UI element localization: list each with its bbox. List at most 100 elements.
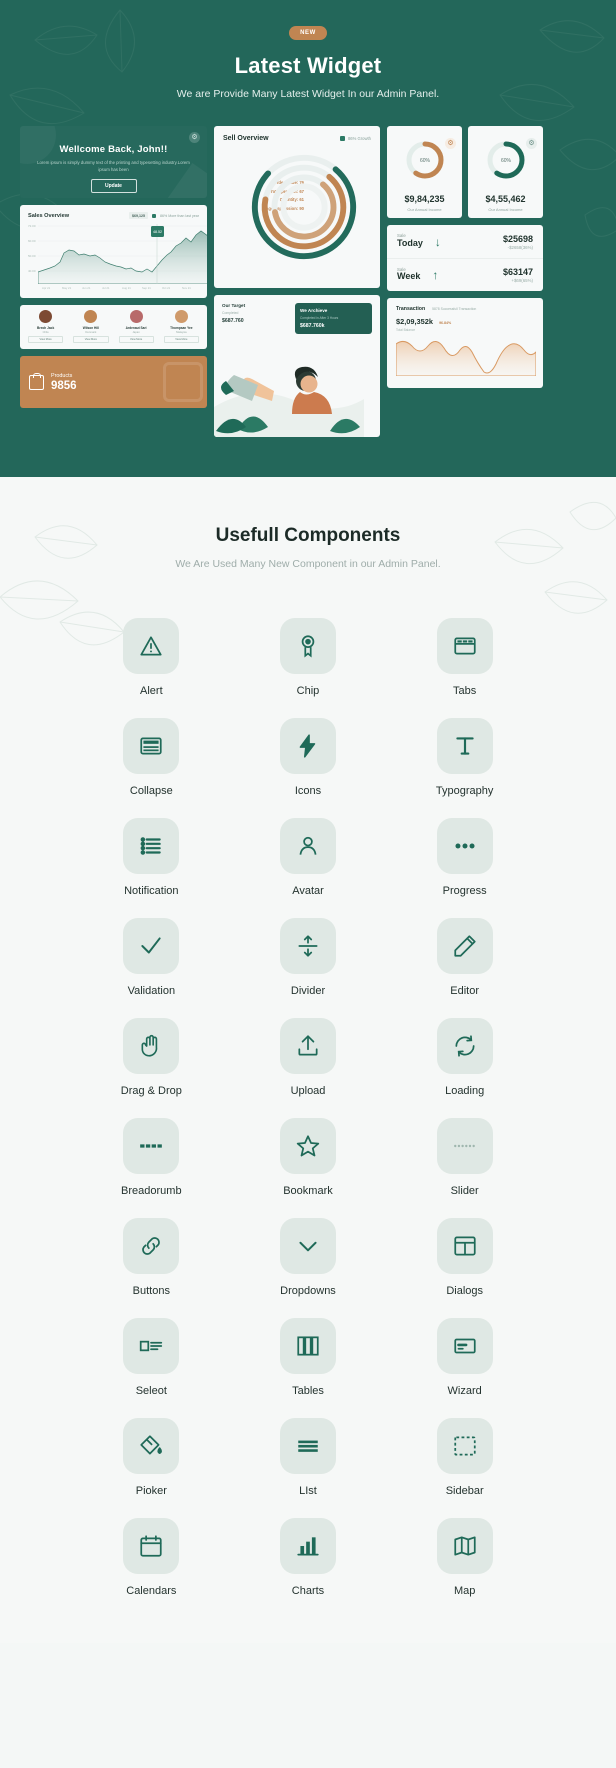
list-item[interactable]: Ardenaut Sari Japan View More xyxy=(114,310,159,344)
our-target-value: $687.760 xyxy=(222,318,244,324)
table-row: Sale Today ↓ $25698 -$2658(36%) xyxy=(387,225,543,258)
component-item-calendars[interactable]: Calendars xyxy=(73,1518,230,1597)
component-item-wizard[interactable]: Wizard xyxy=(386,1318,543,1397)
components-subtitle: We Are Used Many New Component in our Ad… xyxy=(175,558,441,570)
component-item-upload[interactable]: Upload xyxy=(230,1018,387,1097)
sales-amount-pill: $69,125 xyxy=(129,212,149,219)
decorative-bag-outline xyxy=(163,362,203,402)
component-item-buttons[interactable]: Buttons xyxy=(73,1218,230,1297)
calendar-icon xyxy=(123,1518,180,1574)
components-title: Usefull Components xyxy=(215,525,401,546)
table-row: Sale Week ↑ $63147 +$69(65%) xyxy=(387,258,543,291)
svg-text:Apr 21: Apr 21 xyxy=(42,286,51,290)
component-item-dropdowns[interactable]: Dropdowns xyxy=(230,1218,387,1297)
dashes-row-icon xyxy=(123,1118,180,1174)
sale-delta: +$69(65%) xyxy=(511,278,533,283)
component-label: Notification xyxy=(124,885,179,897)
sales-overview-header: Sales Overview $69,125 86% More than las… xyxy=(28,212,199,219)
component-item-dialogs[interactable]: Dialogs xyxy=(386,1218,543,1297)
view-more-button[interactable]: View More xyxy=(28,336,64,343)
gear-icon[interactable]: ⚙ xyxy=(189,132,200,143)
gear-icon[interactable]: ⚙ xyxy=(526,138,537,149)
component-item-slider[interactable]: Slider xyxy=(386,1118,543,1197)
component-item-chip[interactable]: Chip xyxy=(230,618,387,697)
member-name: Ardenaut Sari xyxy=(125,325,147,330)
component-item-alert[interactable]: Alert xyxy=(73,618,230,697)
svg-text:60%: 60% xyxy=(500,158,511,164)
component-item-tables[interactable]: Tables xyxy=(230,1318,387,1397)
income-cards-row: ⚙ 60% $9,84,235 Our Annual Income ⚙ 60% … xyxy=(387,126,543,218)
avatar xyxy=(129,310,143,323)
component-item-validation[interactable]: Validation xyxy=(73,918,230,997)
member-role: Japan xyxy=(132,330,140,334)
new-badge: NEW xyxy=(289,26,327,40)
component-item-sidebar[interactable]: Sidebar xyxy=(386,1418,543,1497)
component-item-editor[interactable]: Editor xyxy=(386,918,543,997)
list-item[interactable]: Wilson Hill Denmark View More xyxy=(68,310,113,344)
arrow-down-icon: ↓ xyxy=(434,234,441,249)
component-label: Icons xyxy=(294,785,322,797)
component-label: Dialogs xyxy=(446,1285,483,1297)
component-label: Wizard xyxy=(447,1385,482,1397)
component-label: Pioker xyxy=(135,1485,167,1497)
income-label: Our Annual Income xyxy=(407,207,442,212)
welcome-text: Lorem ipsum is simply dummy text of the … xyxy=(37,160,190,173)
legend-swatch-icon xyxy=(152,213,157,218)
chevron-down-icon xyxy=(279,1218,336,1274)
view-more-button[interactable]: View More xyxy=(73,336,109,343)
list-item[interactable]: Thompsan Yee Malaysia View More xyxy=(159,310,204,344)
component-label: Collapse xyxy=(129,785,173,797)
component-item-list[interactable]: LIst xyxy=(230,1418,387,1497)
component-label: Seleot xyxy=(135,1385,167,1397)
component-item-icons[interactable]: Icons xyxy=(230,718,387,797)
component-item-progress[interactable]: Progress xyxy=(386,818,543,897)
we-archieve-sub: Completed in After 3 Hours xyxy=(300,316,339,320)
sell-overview-body: Order value: 76 Total product: 67 Quanti… xyxy=(223,142,371,270)
component-item-tabs[interactable]: Tabs xyxy=(386,618,543,697)
component-label: LIst xyxy=(299,1485,317,1497)
component-item-drag-drop[interactable]: Drag & Drop xyxy=(73,1018,230,1097)
component-item-collapse[interactable]: Collapse xyxy=(73,718,230,797)
target-card: Our Target Completed $687.760 We Archiev… xyxy=(214,295,380,437)
sell-overview-title: Sell Overview xyxy=(223,135,269,142)
component-item-picker[interactable]: Pioker xyxy=(73,1418,230,1497)
component-item-map[interactable]: Map xyxy=(386,1518,543,1597)
y-tick-label: 40.00 xyxy=(28,269,36,273)
component-item-avatar[interactable]: Avatar xyxy=(230,818,387,897)
y-tick-label: 50.00 xyxy=(28,254,36,258)
component-item-divider[interactable]: Divider xyxy=(230,918,387,997)
component-item-charts[interactable]: Charts xyxy=(230,1518,387,1597)
annual-income-card: ⚙ 60% $4,55,462 Our Annual Income xyxy=(468,126,543,218)
component-label: Calendars xyxy=(126,1585,177,1597)
page-title: Latest Widget xyxy=(234,53,382,78)
sale-period: Today xyxy=(397,237,423,248)
we-archieve-value: $687.760k xyxy=(300,323,325,330)
view-more-button[interactable]: View More xyxy=(163,336,199,343)
hero-section: NEW Latest Widget We are Provide Many La… xyxy=(0,0,616,477)
list-item[interactable]: Breoh Jack Chile View More xyxy=(23,310,68,344)
view-more-button[interactable]: View More xyxy=(118,336,154,343)
update-button[interactable]: Update xyxy=(90,179,137,194)
component-item-notification[interactable]: Notification xyxy=(73,818,230,897)
sales-area-chart: 72.00 60.00 50.00 40.00 48.52 Apr 21 May… xyxy=(28,222,207,292)
transaction-area-chart xyxy=(395,340,537,377)
sidebar-panel-icon xyxy=(436,1418,493,1474)
select-list-icon xyxy=(123,1318,180,1374)
browser-tabs-icon xyxy=(436,618,493,674)
svg-text:Aug 21: Aug 21 xyxy=(122,286,131,290)
radial-bar-chart xyxy=(251,154,357,260)
sell-overview-header: Sell Overview 86% Growth xyxy=(223,135,371,142)
svg-text:Jul 21: Jul 21 xyxy=(102,286,110,290)
component-item-typography[interactable]: Typography xyxy=(386,718,543,797)
transaction-amount: $2,09,352k xyxy=(396,317,433,326)
upload-tray-icon xyxy=(279,1018,336,1074)
component-item-select[interactable]: Seleot xyxy=(73,1318,230,1397)
component-item-breadcrumb[interactable]: Breadorumb xyxy=(73,1118,230,1197)
member-name: Breoh Jack xyxy=(37,325,55,330)
gear-icon[interactable]: ⚙ xyxy=(445,138,456,149)
our-target-block: Our Target Completed $687.760 xyxy=(222,303,289,334)
svg-text:May 21: May 21 xyxy=(62,286,72,290)
component-item-bookmark[interactable]: Bookmark xyxy=(230,1118,387,1197)
component-item-loading[interactable]: Loading xyxy=(386,1018,543,1097)
transaction-card: Transaction 5878 Successfull Transaction… xyxy=(387,298,543,388)
